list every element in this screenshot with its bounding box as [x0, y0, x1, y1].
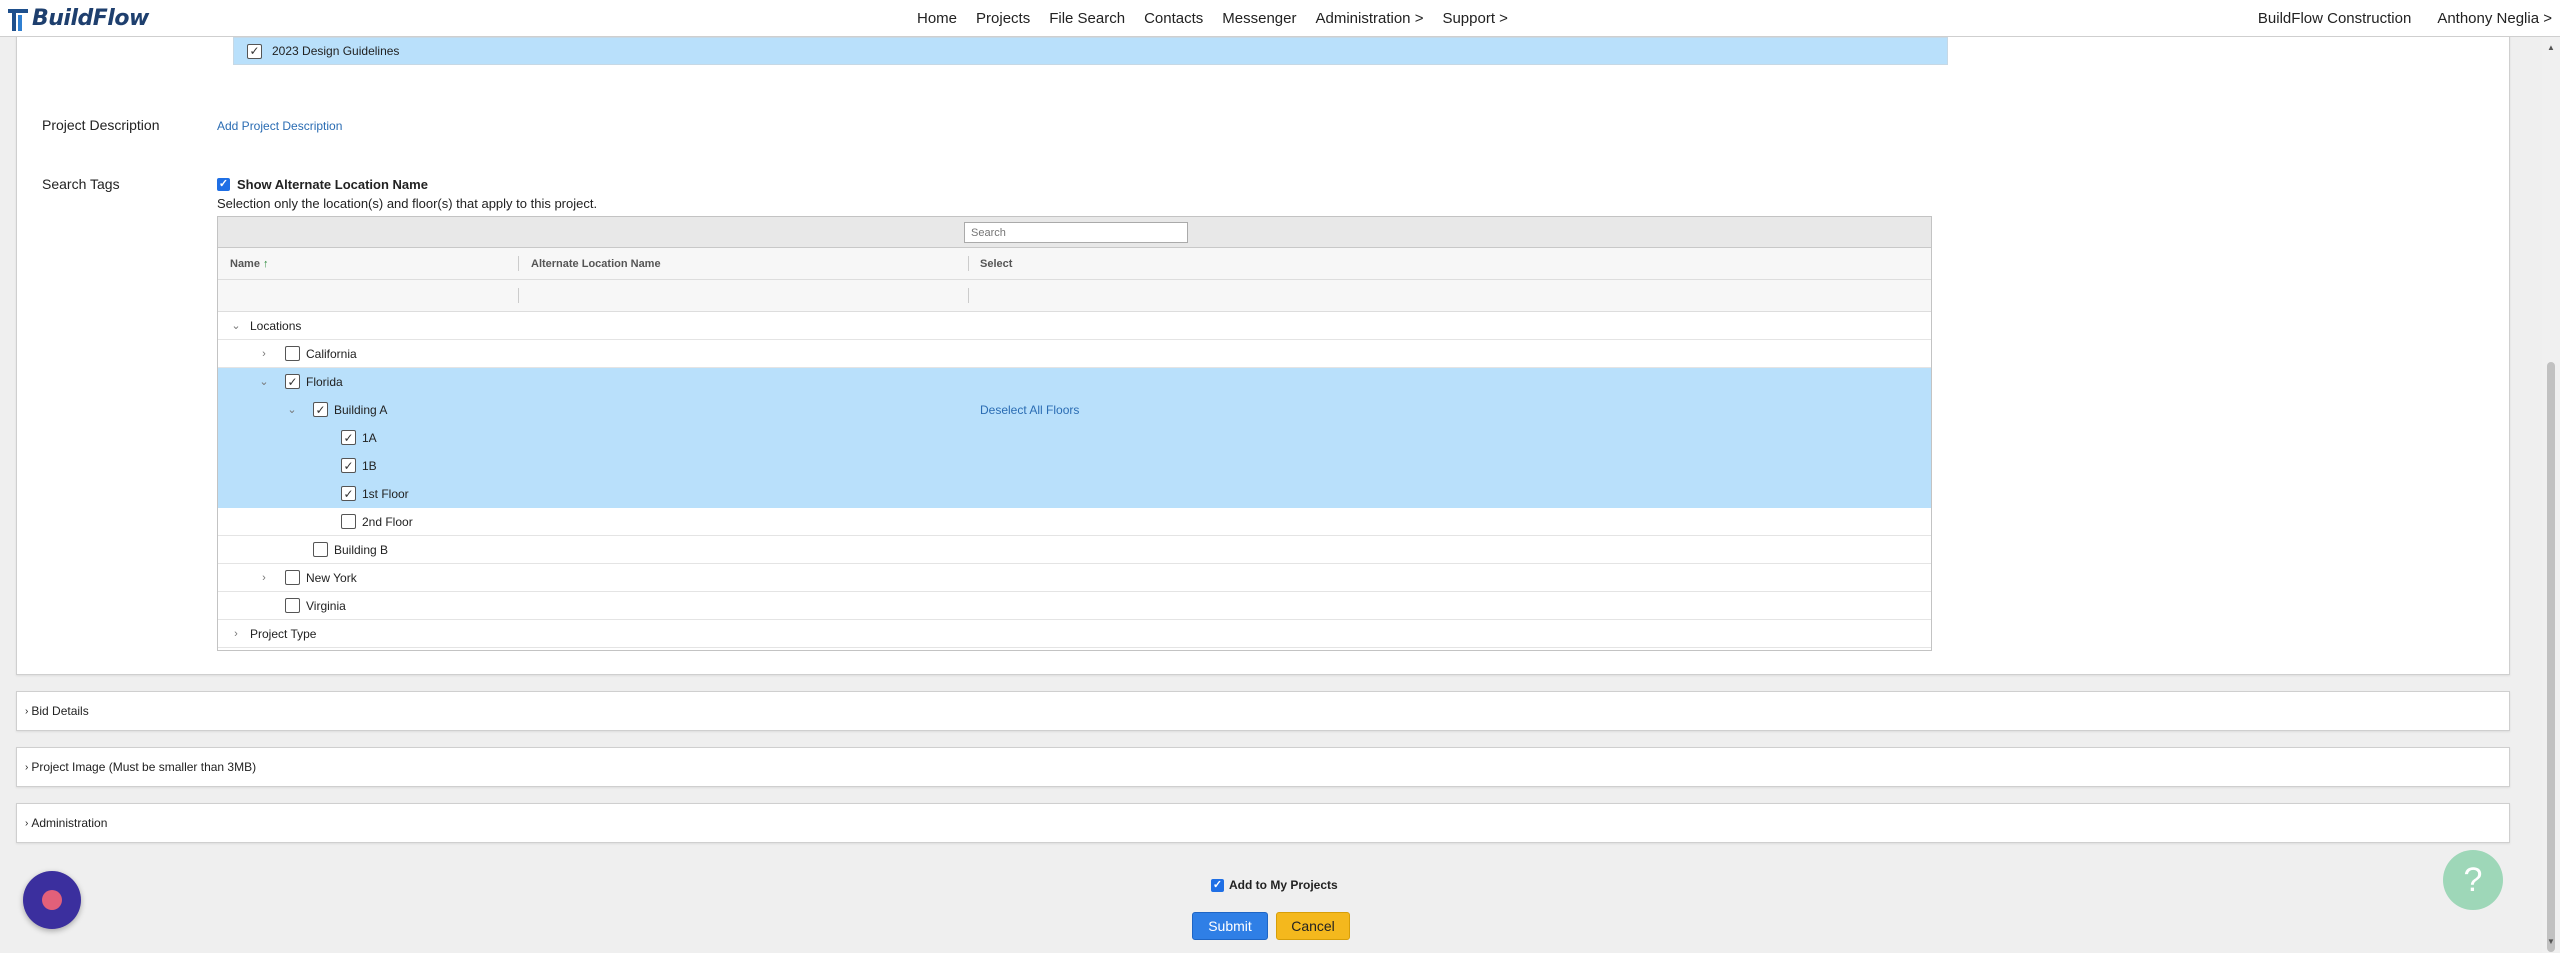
guideline-checkbox[interactable] [247, 43, 262, 59]
tree-row-label: New York [306, 570, 357, 585]
column-select-header[interactable]: Select [980, 258, 1012, 270]
tree-row-label: 1st Floor [362, 486, 409, 501]
scrollbar-thumb[interactable] [2547, 362, 2555, 952]
section-administration[interactable]: › Administration [16, 803, 2510, 843]
chevron-down-icon[interactable]: ⌄ [286, 404, 298, 416]
nav-contacts[interactable]: Contacts [1144, 10, 1203, 27]
tree-body: ⌄ Locations › California ⌄ Florida ⌄ Building A… [218, 312, 1931, 648]
add-project-description-link[interactable]: Add Project Description [217, 119, 342, 133]
sort-ascending-icon: ↑ [263, 258, 269, 270]
tree-row[interactable]: Building B [218, 536, 1931, 564]
scroll-up-icon[interactable]: ▲ [2547, 43, 2555, 52]
tree-row-checkbox[interactable] [285, 598, 300, 613]
add-to-my-projects-toggle[interactable]: ✓ Add to My Projects [1211, 878, 1338, 892]
tree-row[interactable]: › California [218, 340, 1931, 368]
section-project-image-label: Project Image (Must be smaller than 3MB) [31, 760, 257, 774]
tree-row-checkbox[interactable] [285, 570, 300, 585]
tree-search-input[interactable] [964, 222, 1188, 243]
chevron-right-icon: › [25, 817, 29, 829]
tree-row-label: Building B [334, 542, 389, 557]
tree-filter-row [218, 280, 1931, 312]
guideline-label: 2023 Design Guidelines [272, 44, 400, 58]
chevron-down-icon[interactable]: ⌄ [230, 320, 242, 332]
tree-header: Name ↑ Alternate Location Name Select [218, 248, 1931, 280]
chevron-right-icon: › [25, 705, 29, 717]
scroll-down-icon[interactable]: ▼ [2547, 937, 2555, 946]
nav-messenger[interactable]: Messenger [1222, 10, 1296, 27]
chevron-right-icon[interactable]: › [258, 348, 270, 360]
tree-row-label: Locations [250, 318, 302, 333]
buildflow-logo[interactable]: BuildFlow [6, 4, 149, 32]
search-tags-label: Search Tags [42, 176, 120, 192]
section-project-image[interactable]: › Project Image (Must be smaller than 3M… [16, 747, 2510, 787]
add-to-my-projects-label: Add to My Projects [1229, 878, 1338, 892]
column-alternate-header[interactable]: Alternate Location Name [531, 258, 661, 270]
tree-row[interactable]: 1st Floor [218, 480, 1931, 508]
guideline-item-row[interactable]: 2023 Design Guidelines [233, 37, 1948, 65]
tree-row[interactable]: ⌄ Building A Deselect All Floors [218, 396, 1931, 424]
add-to-my-projects-checkbox[interactable]: ✓ [1211, 878, 1224, 892]
tree-row[interactable]: ⌄ Florida [218, 368, 1931, 396]
nav-administration[interactable]: Administration > [1315, 10, 1423, 27]
page-scrollbar[interactable]: ▲ ▼ [2542, 37, 2560, 953]
tree-row-label: California [306, 346, 357, 361]
submit-button[interactable]: Submit [1192, 912, 1268, 940]
tree-row-checkbox[interactable] [341, 514, 356, 529]
cancel-button[interactable]: Cancel [1276, 912, 1350, 940]
main-nav: Home Projects File Search Contacts Messe… [917, 0, 1527, 36]
show-alternate-toggle[interactable]: ✓ Show Alternate Location Name [217, 177, 428, 192]
company-menu[interactable]: BuildFlow Construction [2258, 10, 2411, 27]
tree-row[interactable]: › New York [218, 564, 1931, 592]
tree-row[interactable]: › Project Type [218, 620, 1931, 648]
tree-row-label: Florida [306, 374, 343, 389]
tree-row-checkbox[interactable] [341, 486, 356, 501]
nav-support[interactable]: Support > [1442, 10, 1507, 27]
column-name-header[interactable]: Name ↑ [230, 258, 269, 270]
tree-row[interactable]: ⌄ Locations [218, 312, 1931, 340]
chat-widget-icon[interactable] [23, 871, 81, 929]
location-tree-panel: Name ↑ Alternate Location Name Select ⌄ L… [217, 216, 1932, 651]
tree-row[interactable]: 2nd Floor [218, 508, 1931, 536]
tree-row-checkbox[interactable] [313, 402, 328, 417]
tree-row-label: 2nd Floor [362, 514, 413, 529]
tree-row-checkbox[interactable] [313, 542, 328, 557]
tree-row-checkbox[interactable] [341, 430, 356, 445]
section-bid-details[interactable]: › Bid Details [16, 691, 2510, 731]
deselect-all-floors-link[interactable]: Deselect All Floors [980, 403, 1079, 417]
chevron-right-icon[interactable]: › [230, 628, 242, 640]
section-bid-details-label: Bid Details [31, 704, 89, 718]
top-navigation-bar: BuildFlow Home Projects File Search Cont… [0, 0, 2560, 37]
show-alternate-label: Show Alternate Location Name [237, 177, 428, 192]
nav-home[interactable]: Home [917, 10, 957, 27]
nav-file-search[interactable]: File Search [1049, 10, 1125, 27]
nav-projects[interactable]: Projects [976, 10, 1030, 27]
tree-row-checkbox[interactable] [285, 346, 300, 361]
logo-text: BuildFlow [32, 5, 149, 31]
chevron-right-icon: › [25, 761, 29, 773]
user-nav: BuildFlow Construction Anthony Neglia > [2232, 0, 2552, 36]
tree-row-label: 1B [362, 458, 377, 473]
tree-row-label: Building A [334, 402, 388, 417]
tree-row-checkbox[interactable] [285, 374, 300, 389]
tree-row-checkbox[interactable] [341, 458, 356, 473]
chevron-down-icon[interactable]: ⌄ [258, 376, 270, 388]
tree-row[interactable]: 1A [218, 424, 1931, 452]
tree-row[interactable]: 1B [218, 452, 1931, 480]
show-alternate-checkbox[interactable]: ✓ [217, 178, 230, 191]
tree-row-label: 1A [362, 430, 377, 445]
section-administration-label: Administration [31, 816, 108, 830]
chevron-right-icon[interactable]: › [258, 572, 270, 584]
selection-hint: Selection only the location(s) and floor… [217, 196, 598, 211]
project-form-card: 2023 Design Guidelines Project Descripti… [16, 18, 2510, 675]
tree-toolbar [218, 217, 1931, 248]
tree-row[interactable]: Virginia [218, 592, 1931, 620]
tree-row-label: Project Type [250, 626, 317, 641]
project-description-label: Project Description [42, 117, 160, 133]
tree-row-label: Virginia [306, 598, 346, 613]
user-menu[interactable]: Anthony Neglia > [2437, 10, 2552, 27]
logo-mark-icon [6, 5, 30, 31]
help-icon[interactable]: ? [2443, 850, 2503, 910]
